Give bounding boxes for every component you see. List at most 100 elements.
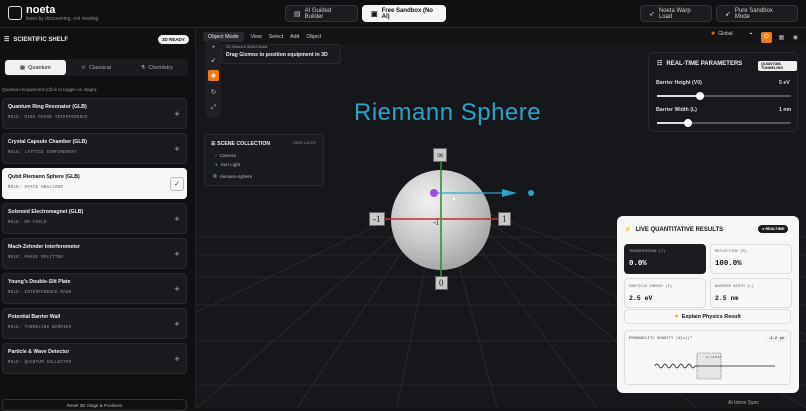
- warp-load-button[interactable]: ➶ Noeta Warp Load: [640, 5, 712, 22]
- viewport-toolbar: Object Mode View Select Add Object ✺ Glo…: [197, 29, 806, 45]
- bolt-icon: ⚡: [624, 227, 632, 233]
- tab-chemistry[interactable]: ⚗ Chemistry: [126, 60, 187, 75]
- sandbox-icon: ▣: [371, 10, 378, 18]
- category-tabs: ▦ Quantum ⚛ Classical ⚗ Chemistry: [4, 59, 188, 76]
- results-title: ⚡ LIVE QUANTITATIVE RESULTS: [624, 226, 724, 234]
- sliders-icon: ☷: [657, 61, 663, 67]
- sun-icon: ●: [215, 162, 218, 167]
- move-icon[interactable]: ✥: [208, 70, 219, 81]
- equipment-card[interactable]: Crystal Capsule Chamber (GLB) ROLE: LATT…: [2, 133, 187, 164]
- shelf-header: ☰ SCIENTIFIC SHELF: [4, 36, 69, 44]
- explain-physics-button[interactable]: ✦ Explain Physics Result: [624, 309, 791, 324]
- eye-icon[interactable]: ◉: [790, 32, 801, 43]
- magnet-icon[interactable]: ⌖: [750, 31, 753, 37]
- equipment-card-selected[interactable]: Qubit Riemann Sphere (GLB) ROLE: STATE A…: [2, 168, 187, 199]
- slider-fill: [657, 95, 700, 97]
- top-bar: noeta learn by discovering, not reading …: [0, 0, 806, 28]
- scene-collection-panel: ☰ SCENE COLLECTION VIEW LAYER ▪ Camera ● S…: [204, 134, 324, 186]
- grid-toggle-icon[interactable]: ▦: [776, 32, 787, 43]
- flask-icon: ⚗: [140, 64, 146, 71]
- select-icon[interactable]: •: [208, 42, 219, 53]
- realtime-title: ☷ REAL-TIME PARAMETERS: [657, 60, 743, 68]
- transform-tools: • ➹ ✥ ↻ ⤢: [206, 40, 221, 118]
- equipment-card[interactable]: Quantum Ring Resonator (GLB) ROLE: RING …: [2, 98, 187, 129]
- plus-icon[interactable]: +: [170, 142, 184, 156]
- ready-badge: 3D READY: [158, 35, 189, 44]
- view-layer-label: VIEW LAYER: [293, 141, 316, 145]
- layers-icon: ☰: [4, 37, 10, 43]
- slider-thumb[interactable]: [683, 119, 692, 127]
- rotate-icon[interactable]: ↻: [208, 86, 219, 97]
- lightbulb-icon: ✦: [674, 313, 679, 320]
- barrier-width-slider[interactable]: [657, 119, 791, 127]
- plus-icon[interactable]: +: [170, 247, 184, 261]
- equipment-card[interactable]: Particle & Wave Detector ROLE: QUANTUM C…: [2, 343, 187, 374]
- snap-icon[interactable]: ⛭: [761, 32, 772, 43]
- global-orientation[interactable]: ✺ Global ⌖: [711, 31, 752, 37]
- menu-add[interactable]: Add: [290, 34, 299, 40]
- equipment-card[interactable]: Young's Double-Slit Plate ROLE: INTERFER…: [2, 273, 187, 304]
- scale-icon[interactable]: ⤢: [208, 102, 219, 113]
- barrier-width-label: Barrier Width (L): [656, 107, 697, 113]
- plus-icon[interactable]: +: [170, 317, 184, 331]
- scene-item-camera[interactable]: ▪ Camera: [215, 153, 236, 158]
- free-sandbox-button[interactable]: ▣ Free Sandbox (No AI): [362, 5, 446, 22]
- label-infinity: ∞: [433, 148, 448, 162]
- check-icon[interactable]: ✓: [170, 177, 184, 191]
- barrier-height-slider[interactable]: [657, 92, 791, 100]
- label-one: 1: [498, 212, 511, 226]
- plus-icon[interactable]: +: [170, 282, 184, 296]
- ai-guided-builder-button[interactable]: ▤ AI Guided Builder: [285, 5, 358, 22]
- live-results-panel: ⚡ LIVE QUANTITATIVE RESULTS ● REALTIME TR…: [617, 216, 799, 393]
- reset-stage-button[interactable]: Reset 3D Stage & Positions: [2, 399, 187, 411]
- pure-sandbox-button[interactable]: ➹ Pure Sandbox Mode: [716, 5, 798, 22]
- scene-item-sphere[interactable]: ◍ riemann-sphere: [213, 173, 252, 179]
- barrier-width-metric: BARRIER WIDTH (L) 2.5 nm: [710, 278, 792, 308]
- rocket-icon: ➶: [649, 10, 655, 18]
- transmission-metric: TRANSMISSION (T) 0.0%: [624, 244, 706, 274]
- barrier-height-label: Barrier Height (V0): [656, 80, 702, 86]
- scene-collection-title: ☰ SCENE COLLECTION: [211, 141, 271, 147]
- layers-icon: ▤: [294, 10, 301, 18]
- menu-view[interactable]: View: [251, 34, 262, 40]
- equipment-card[interactable]: Mach-Zehnder Interferometer ROLE: PHASE …: [2, 238, 187, 269]
- plus-icon[interactable]: +: [170, 107, 184, 121]
- plus-icon[interactable]: +: [170, 352, 184, 366]
- camera-icon: ▪: [215, 153, 217, 158]
- barrier-width-value: 1 nm: [779, 107, 792, 113]
- energy-metric: PARTICLE ENERGY (E) 2.5 eV: [624, 278, 706, 308]
- plus-icon[interactable]: +: [170, 212, 184, 226]
- scientific-shelf-sidebar: ☰ SCIENTIFIC SHELF 3D READY ▦ Quantum ⚛ Cl…: [0, 28, 196, 411]
- realtime-parameters-panel: ☷ REAL-TIME PARAMETERS QUANTUM-TUNNELING …: [648, 52, 798, 132]
- tab-classical[interactable]: ⚛ Classical: [66, 60, 127, 75]
- menu-select[interactable]: Select: [269, 34, 283, 40]
- ai-inbox-sync-button[interactable]: AI Inbox Sync: [728, 400, 759, 406]
- grid-icon: ▦: [19, 64, 26, 71]
- app-title: noeta: [26, 4, 56, 16]
- menu-object[interactable]: Object: [306, 34, 321, 40]
- realtime-badge: ● REALTIME: [758, 225, 789, 233]
- label-zero: 0: [435, 276, 448, 290]
- probability-density-chart: PROBABILITY DENSITY |Ψ(x)|² 4.2 pk V₀ = …: [624, 330, 791, 385]
- barrier-height-value: 5 eV: [779, 80, 790, 86]
- equipment-card[interactable]: Potential Barrier Wall ROLE: TUNNELING B…: [2, 308, 187, 339]
- globe-icon: ✺: [711, 31, 716, 37]
- layers-icon: ☰: [211, 141, 216, 147]
- scene-title: Riemann Sphere: [354, 99, 542, 126]
- tab-quantum[interactable]: ▦ Quantum: [5, 60, 66, 75]
- reflection-metric: REFLECTION (R) 100.0%: [710, 244, 792, 274]
- cursor-icon[interactable]: ➹: [208, 54, 219, 65]
- equipment-card[interactable]: Solenoid Electromagnet (GLB) ROLE: EM FI…: [2, 203, 187, 234]
- noeta-logo-icon: [8, 6, 22, 20]
- equipment-hint: Quantum Equipment (Click to toggle on st…: [2, 87, 98, 92]
- scene-item-sun[interactable]: ● Sun Light: [215, 162, 240, 167]
- barrier-tag: V₀ = 4.8 eV: [706, 355, 722, 359]
- atom-icon: ⚛: [81, 64, 86, 71]
- slider-thumb[interactable]: [695, 92, 704, 100]
- gizmo-hint: 3D Shared & Sketch Mode Drag Gizmos to p…: [221, 44, 341, 64]
- sphere-icon: ◍: [213, 173, 218, 178]
- app-subtitle: learn by discovering, not reading: [26, 16, 99, 22]
- mode-tag: QUANTUM-TUNNELING: [758, 61, 797, 71]
- label-minus-one: -1: [369, 212, 385, 226]
- label-minus-i: -i: [433, 217, 439, 227]
